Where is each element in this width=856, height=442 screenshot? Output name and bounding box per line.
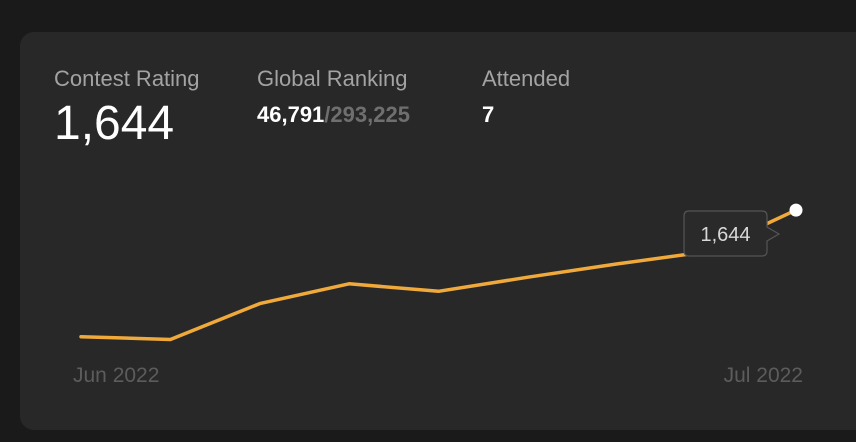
rating-point-6[interactable]: [525, 274, 531, 280]
rating-point-4[interactable]: [346, 281, 352, 287]
rating-point-5[interactable]: [436, 288, 442, 294]
tooltip-value: 1,644: [700, 224, 750, 246]
rating-point-3[interactable]: [257, 301, 263, 307]
rating-point-2[interactable]: [167, 337, 173, 343]
rating-point-1[interactable]: [78, 334, 84, 340]
highlighted-point[interactable]: [789, 203, 803, 217]
rating-history-chart[interactable]: 1,644 Jun 2022 Jul 2022: [0, 0, 856, 442]
x-axis-end-label: Jul 2022: [724, 364, 803, 387]
rating-point-7[interactable]: [614, 261, 620, 267]
rating-tooltip: 1,644: [683, 210, 781, 257]
x-axis-start-label: Jun 2022: [73, 364, 159, 387]
